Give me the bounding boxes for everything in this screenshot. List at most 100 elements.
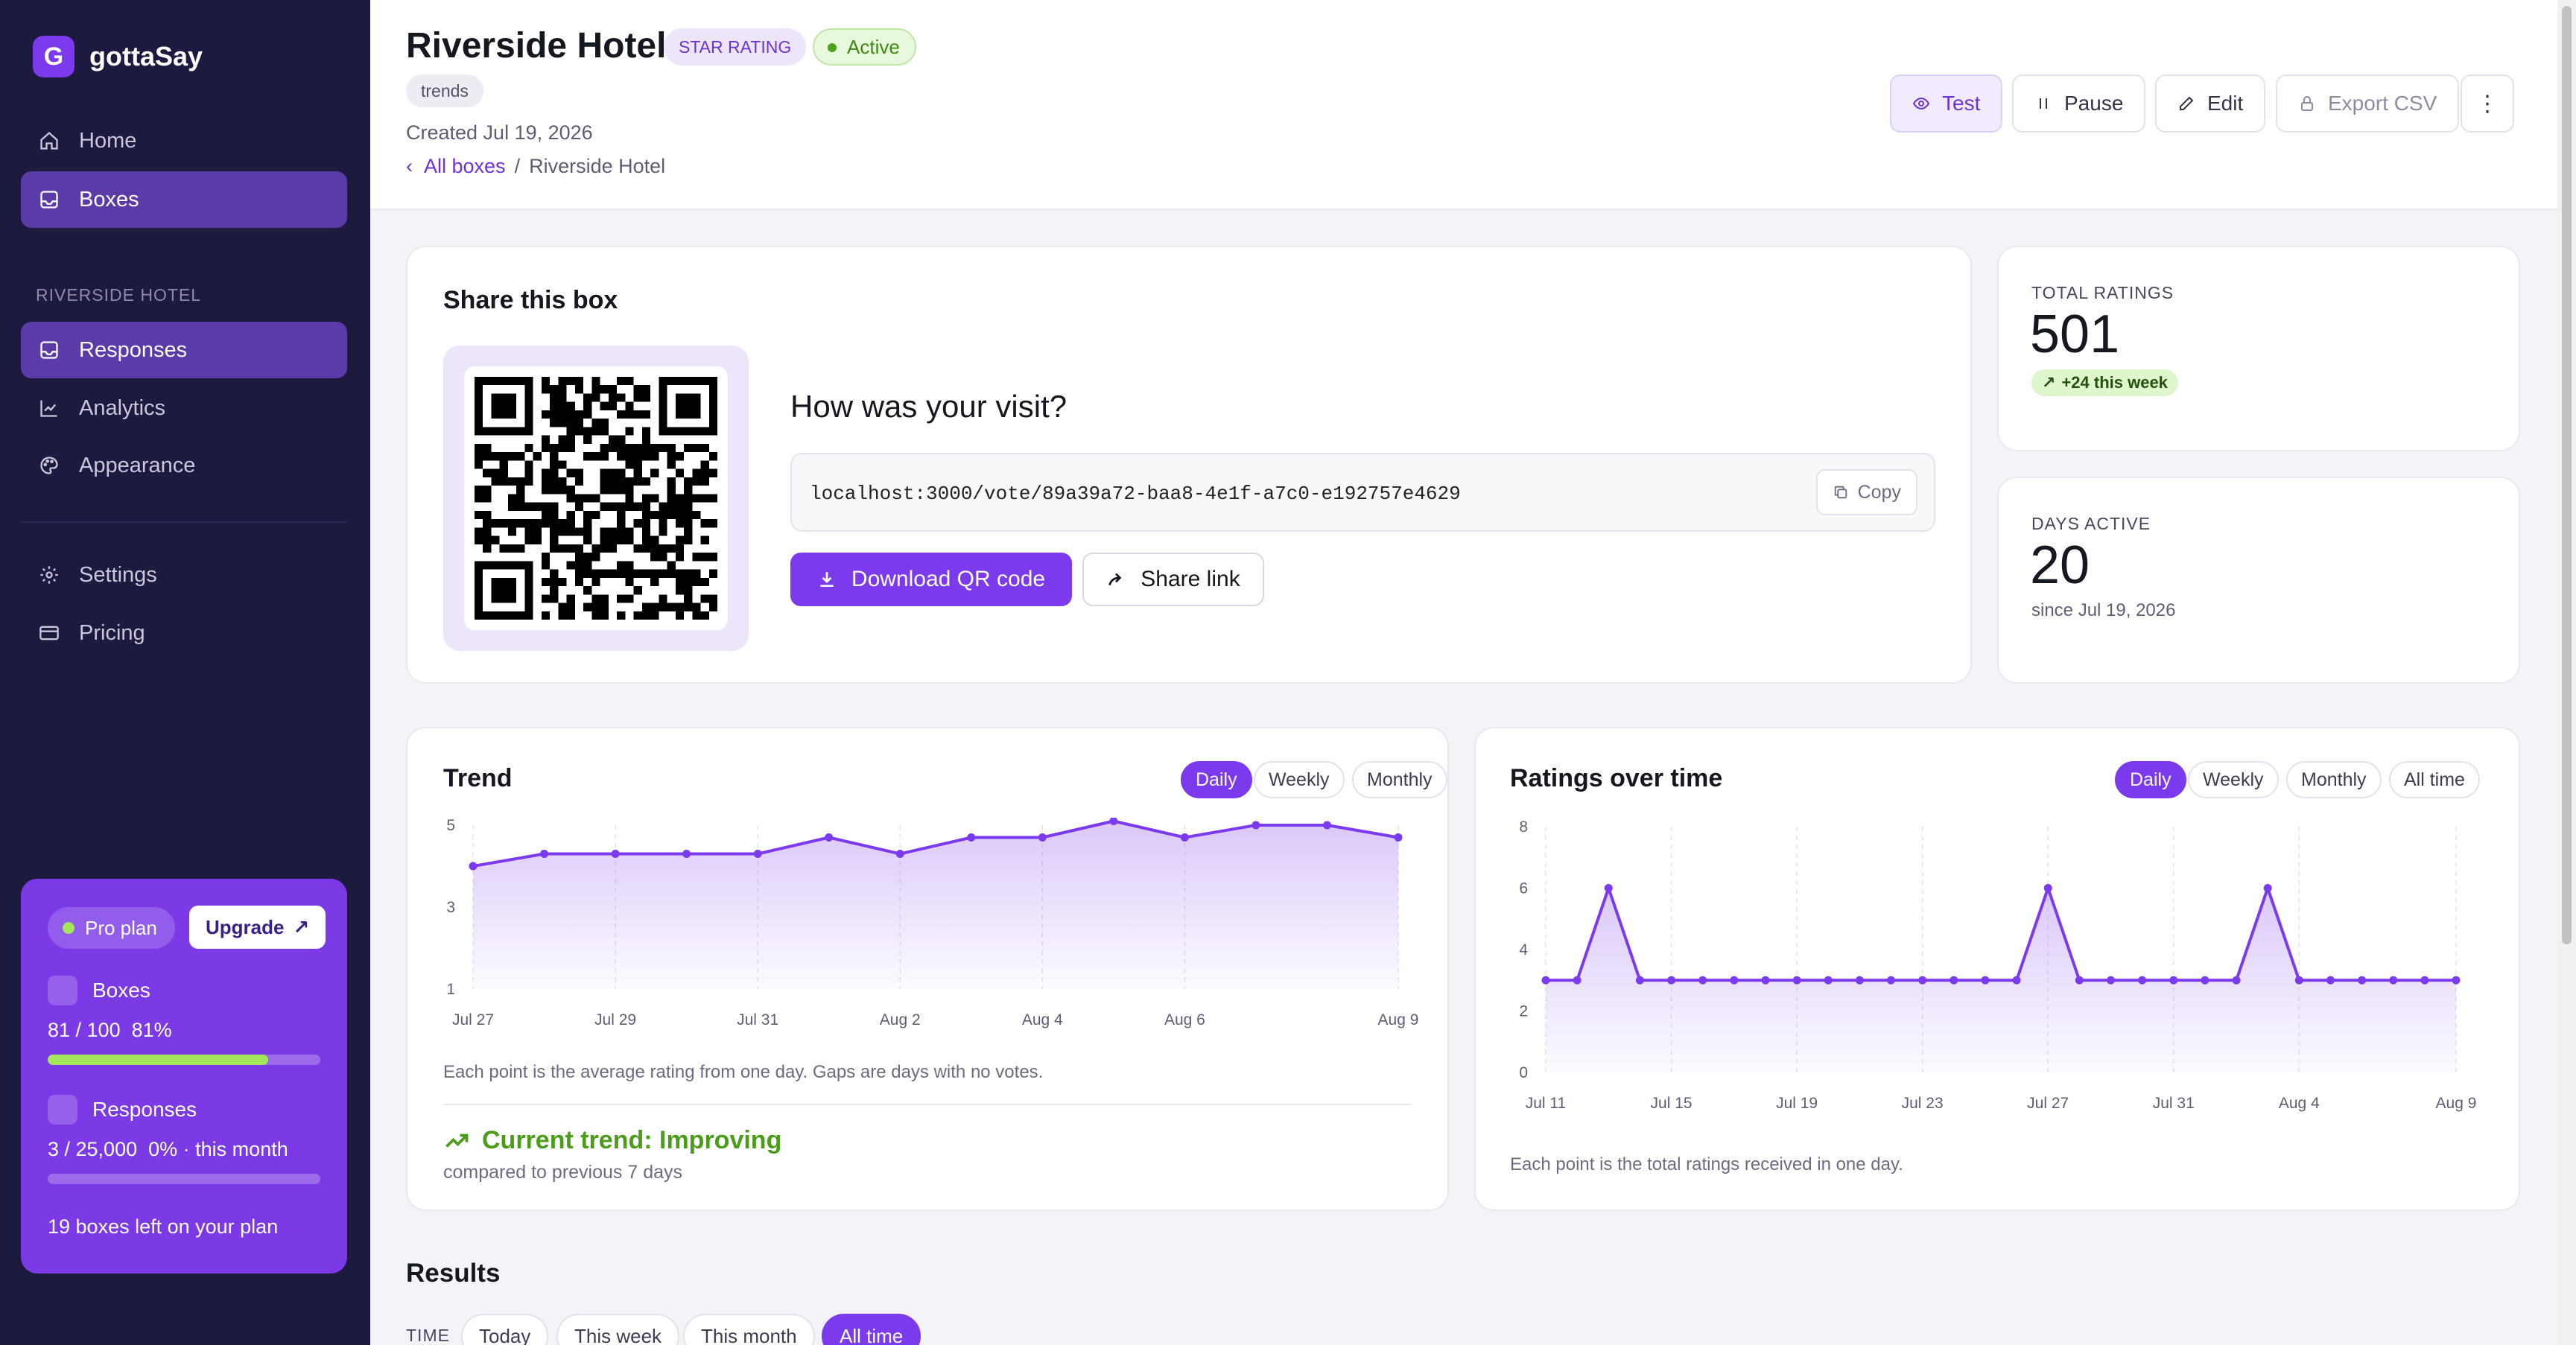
qr-module xyxy=(475,486,483,495)
qr-module xyxy=(524,443,533,453)
sidebar-item-settings[interactable]: Settings xyxy=(21,547,347,603)
trend-tab-daily[interactable]: Daily xyxy=(1181,761,1252,798)
qr-module xyxy=(475,535,483,544)
qr-module xyxy=(633,468,642,477)
qr-module xyxy=(583,410,592,419)
trend-tab-weekly[interactable]: Weekly xyxy=(1254,761,1345,798)
qr-module xyxy=(600,385,609,394)
brand[interactable]: G gottaSay xyxy=(33,36,203,77)
data-point xyxy=(1667,976,1676,985)
data-point xyxy=(540,850,549,858)
qr-module xyxy=(583,427,592,436)
qr-module xyxy=(600,468,609,477)
data-point xyxy=(1180,833,1189,842)
card-icon xyxy=(39,626,59,640)
delta-label: +24 this week xyxy=(2061,373,2168,392)
test-button[interactable]: Test xyxy=(1890,74,2003,133)
qr-module xyxy=(692,477,701,486)
qr-module xyxy=(550,468,559,477)
plan-badge: Pro plan xyxy=(48,907,175,949)
qr-module xyxy=(617,561,626,570)
scrollbar-thumb[interactable] xyxy=(2562,6,2572,944)
qr-module xyxy=(583,519,592,528)
sidebar-item-pricing[interactable]: Pricing xyxy=(21,605,347,661)
more-button[interactable]: ⋮ xyxy=(2461,74,2514,133)
qr-module xyxy=(675,569,685,578)
qr-module xyxy=(684,510,693,520)
qr-module xyxy=(650,443,659,453)
ratings-tab-daily[interactable]: Daily xyxy=(2115,761,2186,798)
data-point xyxy=(895,850,904,858)
plan-responses-percent: 0% xyxy=(148,1138,178,1160)
sidebar-item-boxes[interactable]: Boxes xyxy=(21,171,347,228)
data-point xyxy=(2169,976,2178,985)
plan-responses-title: Responses xyxy=(92,1098,197,1121)
time-filter-this-month[interactable]: This month xyxy=(683,1314,815,1345)
sidebar-item-responses[interactable]: Responses xyxy=(21,322,347,378)
qr-module xyxy=(608,544,618,553)
qr-module xyxy=(659,510,667,520)
qr-module xyxy=(625,502,634,511)
ratings-tab-all-time[interactable]: All time xyxy=(2389,761,2480,798)
arrow-up-right-icon: ↗ xyxy=(293,915,310,938)
qr-module xyxy=(692,577,701,587)
sidebar-item-label: Home xyxy=(79,128,137,153)
qr-module xyxy=(583,510,592,520)
copy-button[interactable]: Copy xyxy=(1815,469,1917,515)
qr-module xyxy=(708,553,717,562)
qr-module xyxy=(700,535,709,544)
qr-module xyxy=(541,561,551,570)
pause-button[interactable]: Pause xyxy=(2012,74,2146,133)
tag-chip[interactable]: trends xyxy=(406,74,483,107)
qr-module xyxy=(475,510,483,520)
share-link-button[interactable]: Share link xyxy=(1082,553,1264,606)
data-point xyxy=(2201,976,2209,985)
x-tick-label: Aug 9 xyxy=(1378,1011,1419,1028)
breadcrumb-current: Riverside Hotel xyxy=(529,155,666,177)
x-tick-label: Jul 31 xyxy=(2153,1095,2195,1112)
ratings-tab-weekly[interactable]: Weekly xyxy=(2188,761,2279,798)
qr-module xyxy=(667,460,676,469)
qr-module xyxy=(641,510,651,520)
time-filter-this-week[interactable]: This week xyxy=(556,1314,680,1345)
qr-module xyxy=(583,561,592,570)
time-filter-today[interactable]: Today xyxy=(461,1314,549,1345)
sidebar-item-analytics[interactable]: Analytics xyxy=(21,380,347,436)
qr-finder xyxy=(675,393,701,419)
edit-button[interactable]: Edit xyxy=(2155,74,2266,133)
upgrade-button[interactable]: Upgrade ↗ xyxy=(189,906,326,949)
qr-module xyxy=(659,602,667,611)
qr-module xyxy=(550,535,559,544)
export-csv-button[interactable]: Export CSV xyxy=(2276,74,2460,133)
qr-module xyxy=(524,460,533,469)
plan-responses-usage: 3 / 25,000 0% · this month xyxy=(48,1138,288,1161)
qr-module xyxy=(600,443,609,453)
qr-module xyxy=(675,553,685,562)
qr-module xyxy=(541,553,551,562)
ratings-tab-monthly[interactable]: Monthly xyxy=(2286,761,2382,798)
ratings-chart: Jul 11 Jul 15 Jul 19 Jul 23 Jul 27 Jul 31 Aug … xyxy=(1519,818,2476,1112)
trend-tab-monthly[interactable]: Monthly xyxy=(1352,761,1447,798)
qr-module xyxy=(583,393,592,402)
scrollbar[interactable] xyxy=(2557,0,2576,1345)
sidebar-item-appearance[interactable]: Appearance xyxy=(21,437,347,494)
qr-module xyxy=(491,519,500,528)
time-filter-all-time[interactable]: All time xyxy=(822,1314,921,1345)
qr-module xyxy=(684,486,693,495)
qr-module xyxy=(675,494,685,503)
qr-module xyxy=(625,561,634,570)
breadcrumb-back-link[interactable]: ‹ All boxes xyxy=(406,155,506,178)
data-point xyxy=(2075,976,2084,985)
data-point xyxy=(2138,976,2147,985)
qr-module xyxy=(617,611,626,620)
qr-module xyxy=(516,477,525,486)
qr-module xyxy=(550,393,559,402)
download-qr-button[interactable]: Download QR code xyxy=(790,553,1072,606)
plan-card: Pro plan Upgrade ↗ Boxes 81 / 100 81% Re… xyxy=(21,879,347,1274)
qr-module xyxy=(591,577,600,587)
qr-module xyxy=(700,577,709,587)
sidebar-item-home[interactable]: Home xyxy=(21,112,347,169)
share-url-field[interactable]: localhost:3000/vote/89a39a72-baa8-4e1f-a… xyxy=(790,453,1935,532)
qr-module xyxy=(574,410,584,419)
data-point xyxy=(2106,976,2115,985)
